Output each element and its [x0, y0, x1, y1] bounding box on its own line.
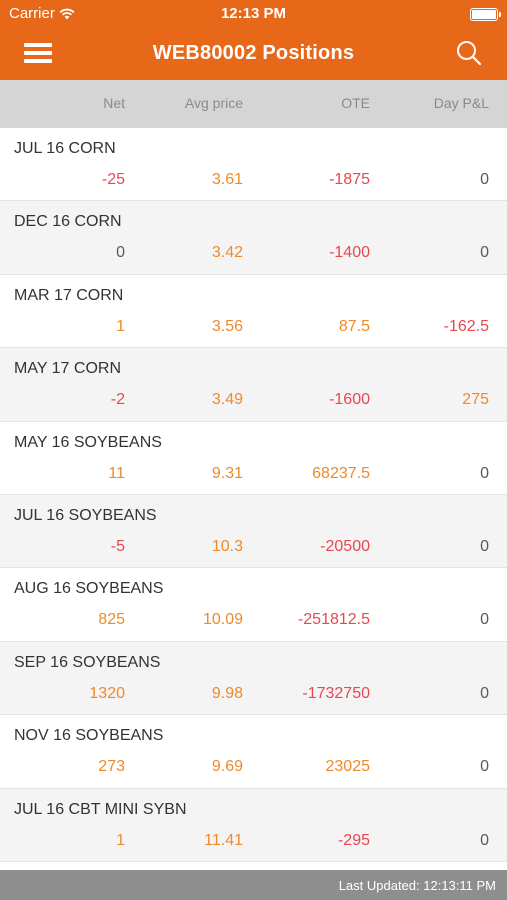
ote-value: -295	[337, 831, 370, 849]
net-value: 825	[98, 611, 125, 629]
net-value: 0	[116, 244, 125, 262]
day-pnl-value: 0	[480, 684, 489, 702]
clock: 12:13 PM	[220, 5, 287, 22]
avg-price-value: 10.3	[211, 537, 243, 555]
battery-icon	[470, 8, 501, 21]
page-title: WEB80002 Positions	[152, 42, 355, 64]
position-name: JUL 16 CBT MINI SYBN	[14, 800, 187, 818]
position-row[interactable]: AUG 16 SOYBEANS 825 10.09 -251812.5 0	[0, 568, 507, 642]
position-name: MAY 16 SOYBEANS	[14, 433, 162, 451]
avg-price-value: 3.61	[211, 171, 243, 188]
status-bar: Carrier 12:13 PM	[0, 0, 507, 28]
ote-value: 68237.5	[312, 464, 370, 482]
status-footer: Last Updated: 12:13:11 PM	[0, 870, 507, 900]
avg-price-value: 9.69	[211, 758, 243, 776]
position-name: JUL 16 CORN	[14, 140, 116, 157]
ote-value: -20500	[320, 537, 370, 555]
column-avg-price[interactable]: Avg price	[185, 95, 243, 111]
day-pnl-value: 0	[480, 464, 489, 482]
avg-price-value: 3.56	[211, 317, 243, 335]
avg-price-value: 9.98	[211, 684, 243, 702]
position-name: DEC 16 CORN	[14, 213, 122, 231]
last-updated-label: Last Updated: 12:13:11 PM	[338, 878, 496, 893]
net-value: 11	[108, 464, 125, 482]
ote-value: -1732750	[302, 684, 370, 702]
day-pnl-value: -162.5	[443, 317, 489, 335]
day-pnl-value: 0	[480, 171, 489, 188]
position-name: MAY 17 CORN	[14, 360, 121, 378]
column-day-pnl[interactable]: Day P&L	[434, 95, 489, 111]
ote-value: -1400	[329, 244, 370, 262]
column-net[interactable]: Net	[103, 95, 125, 111]
position-name: AUG 16 SOYBEANS	[14, 580, 164, 598]
net-value: -5	[110, 537, 125, 555]
ote-value: -1600	[329, 391, 370, 409]
net-value: 273	[98, 758, 125, 776]
avg-price-value: 3.49	[211, 391, 243, 409]
position-row[interactable]: SEP 16 SOYBEANS 1320 9.98 -1732750 0	[0, 641, 507, 716]
net-value: -25	[101, 171, 125, 188]
net-value: 1320	[89, 684, 125, 702]
ote-value: 23025	[325, 758, 371, 776]
position-name: SEP 16 SOYBEANS	[14, 653, 161, 671]
day-pnl-value: 275	[462, 391, 489, 409]
ote-value: -1875	[329, 171, 370, 188]
position-row[interactable]: JUL 16 CBT MINI SYBN 1 11.41 -295 0	[0, 788, 507, 862]
avg-price-value: 10.09	[202, 611, 243, 629]
net-value: 1	[116, 317, 125, 335]
position-row[interactable]: NOV 16 SOYBEANS 273 9.69 23025 0	[0, 715, 507, 789]
position-row[interactable]: MAY 16 SOYBEANS 11 9.31 68237.5 0	[0, 422, 507, 495]
avg-price-value: 11.41	[204, 831, 243, 849]
position-row[interactable]: DEC 16 CORN 0 3.42 -1400 0	[0, 201, 507, 275]
position-row[interactable]: JUL 16 CORN -25 3.61 -1875 0	[0, 128, 507, 202]
position-name: MAR 17 CORN	[14, 286, 124, 304]
positions-list: JUL 16 CORN -25 3.61 -1875 0 DEC 16 CORN…	[0, 128, 507, 862]
day-pnl-value: 0	[480, 611, 489, 629]
position-row[interactable]: MAY 17 CORN -2 3.49 -1600 275	[0, 348, 507, 422]
position-name: JUL 16 SOYBEANS	[14, 506, 157, 524]
avg-price-value: 9.31	[211, 464, 243, 482]
nav-bar: WEB80002 Positions	[0, 28, 507, 80]
ote-value: 87.5	[338, 317, 370, 335]
day-pnl-value: 0	[480, 831, 489, 849]
net-value: 1	[116, 831, 125, 849]
search-icon[interactable]	[455, 39, 483, 67]
day-pnl-value: 0	[480, 244, 489, 262]
position-row[interactable]: MAR 17 CORN 1 3.56 87.5 -162.5	[0, 275, 507, 349]
day-pnl-value: 0	[480, 758, 489, 776]
column-header: Net Avg price OTE Day P&L	[0, 80, 507, 128]
net-value: -2	[110, 391, 125, 409]
position-name: NOV 16 SOYBEANS	[14, 727, 164, 745]
avg-price-value: 3.42	[211, 244, 243, 262]
position-row[interactable]: JUL 16 SOYBEANS -5 10.3 -20500 0	[0, 494, 507, 569]
column-ote[interactable]: OTE	[341, 95, 370, 111]
day-pnl-value: 0	[480, 537, 489, 555]
ote-value: -251812.5	[297, 611, 370, 629]
